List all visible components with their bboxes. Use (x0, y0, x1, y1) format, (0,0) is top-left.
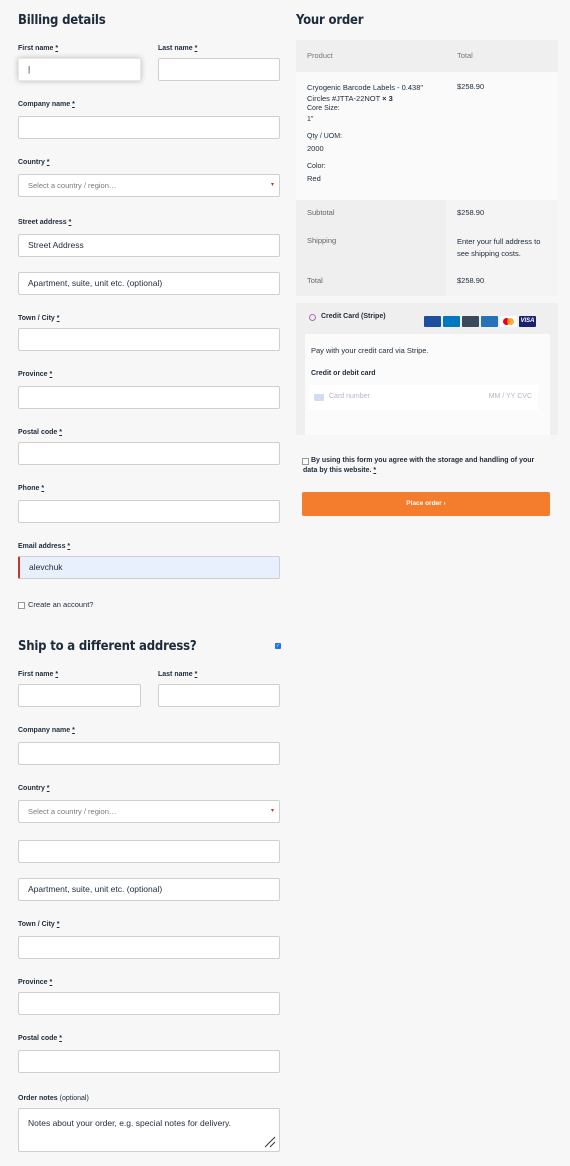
col-product: Product (307, 51, 333, 60)
billing-postal-label: Postal code * (18, 429, 62, 436)
card-label: Credit or debit card (311, 370, 376, 377)
billing-province-label: Province * (18, 371, 53, 378)
core-size-label: Core Size: (307, 105, 340, 112)
qty-uom-value: 2000 (307, 144, 324, 153)
shipping-city-input[interactable] (18, 936, 280, 959)
chevron-down-icon: ▾ (270, 808, 274, 814)
total-value: $258.90 (457, 276, 485, 285)
shipping-country-select[interactable]: Select a country / region… ▾ (18, 800, 280, 823)
billing-street-label: Street address * (18, 219, 72, 226)
billing-first-name-input[interactable]: | (18, 58, 141, 81)
order-title: Your order (296, 13, 364, 28)
color-label: Color: (307, 163, 326, 170)
ship-different-checkbox[interactable]: ✓ (275, 643, 281, 649)
billing-email-input[interactable]: alevchuk (18, 556, 280, 579)
shipping-street-input[interactable] (18, 840, 280, 863)
create-account-label: Create an account? (28, 600, 94, 609)
order-notes-label: Order notes (optional) (18, 1095, 89, 1102)
billing-country-label: Country * (18, 159, 50, 166)
billing-city-input[interactable] (18, 328, 280, 351)
billing-phone-label: Phone * (18, 485, 45, 492)
billing-company-label: Company name * (18, 101, 75, 108)
shipping-last-name-input[interactable] (158, 684, 280, 707)
billing-title: Billing details (18, 13, 106, 28)
shipping-title: Ship to a different address? (18, 639, 197, 654)
order-item-name: Cryogenic Barcode Labels - 0.438" Circle… (307, 83, 424, 103)
billing-postal-input[interactable] (18, 442, 280, 465)
payment-description: Pay with your credit card via Stripe. (311, 346, 429, 355)
shipping-first-name-label: First name * (18, 671, 59, 678)
chevron-right-icon: › (443, 500, 446, 507)
order-notes-placeholder: Notes about your order, e.g. special not… (28, 1118, 232, 1128)
shipping-row-value: Enter your full address to see shipping … (457, 237, 541, 258)
billing-street-input[interactable]: Street Address (18, 234, 280, 257)
billing-last-name-input[interactable] (158, 58, 280, 81)
card-exp-cvc-placeholder: MM / YY CVC (488, 393, 532, 400)
billing-phone-input[interactable] (18, 500, 280, 523)
shipping-postal-input[interactable] (18, 1050, 280, 1073)
discover-icon (462, 316, 479, 328)
shipping-province-label: Province * (18, 979, 53, 986)
color-value: Red (307, 174, 321, 183)
place-order-button[interactable]: Place order › (302, 492, 550, 516)
card-number-placeholder: Card number (329, 393, 370, 400)
billing-first-name-label: First name * (18, 45, 59, 52)
card-icon (314, 394, 324, 401)
order-notes-textarea[interactable]: Notes about your order, e.g. special not… (18, 1108, 280, 1152)
shipping-apartment-input[interactable]: Apartment, suite, unit etc. (optional) (18, 878, 280, 901)
visa-icon: VISA (519, 316, 536, 328)
mastercard-icon (500, 316, 517, 328)
create-account-checkbox[interactable] (18, 602, 25, 609)
shipping-country-label: Country * (18, 785, 50, 792)
shipping-postal-label: Postal code * (18, 1035, 62, 1042)
shipping-last-name-label: Last name * (158, 671, 198, 678)
resize-handle-icon[interactable] (264, 1136, 276, 1148)
shipping-company-input[interactable] (18, 742, 280, 765)
shipping-row-label: Shipping (307, 236, 337, 245)
billing-apartment-input[interactable]: Apartment, suite, unit etc. (optional) (18, 272, 280, 295)
order-item-total: $258.90 (457, 82, 485, 91)
col-total: Total (457, 51, 473, 60)
subtotal-value: $258.90 (457, 208, 485, 217)
billing-province-input[interactable] (18, 386, 280, 409)
payment-method-label: Credit Card (Stripe) (321, 313, 386, 320)
card-brands: VISA (422, 313, 536, 331)
shipping-province-input[interactable] (18, 992, 280, 1015)
qty-uom-label: Qty / UOM: (307, 133, 342, 140)
payment-radio[interactable] (309, 314, 316, 321)
billing-country-select[interactable]: Select a country / region… ▾ (18, 174, 280, 197)
amex-icon (481, 316, 498, 328)
total-label: Total (307, 276, 323, 285)
card-number-field[interactable]: Card number MM / YY CVC (309, 385, 538, 410)
core-size-value: 1" (307, 116, 314, 123)
billing-company-input[interactable] (18, 116, 280, 139)
subtotal-label: Subtotal (307, 208, 335, 217)
chevron-down-icon: ▾ (270, 182, 274, 188)
jcb-icon (424, 316, 441, 328)
order-table-header (296, 40, 558, 72)
billing-email-label: Email address * (18, 543, 71, 550)
billing-last-name-label: Last name * (158, 45, 198, 52)
shipping-city-label: Town / City * (18, 921, 60, 928)
billing-city-label: Town / City * (18, 315, 60, 322)
diners-icon (443, 316, 460, 328)
shipping-company-label: Company name * (18, 727, 75, 734)
consent-text: By using this form you agree with the st… (303, 457, 535, 474)
shipping-first-name-input[interactable] (18, 684, 141, 707)
